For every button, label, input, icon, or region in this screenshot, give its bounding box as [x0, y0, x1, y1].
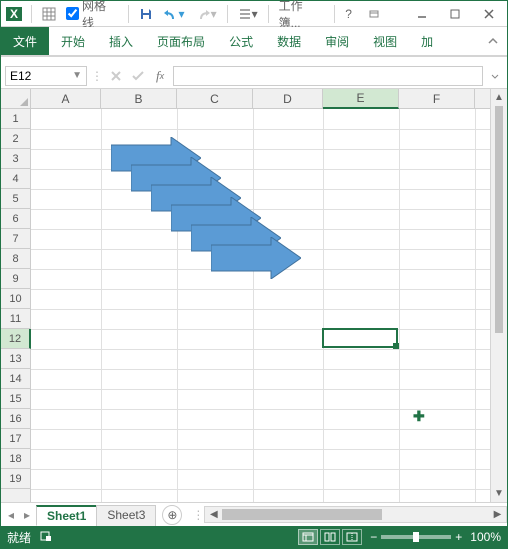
row-header-5[interactable]: 5	[1, 189, 30, 209]
row-header-16[interactable]: 16	[1, 409, 30, 429]
formula-expand-icon[interactable]	[487, 71, 503, 81]
col-header-C[interactable]: C	[177, 89, 253, 108]
formula-bar-row: E12 ▼ ⋮ fx	[1, 63, 507, 89]
scroll-right-icon[interactable]: ▶	[489, 509, 506, 520]
scroll-left-icon[interactable]: ◀	[205, 509, 222, 520]
col-header-E[interactable]: E	[323, 89, 399, 109]
row-header-15[interactable]: 15	[1, 389, 30, 409]
redo-icon[interactable]: ▾	[193, 4, 219, 24]
status-bar: 就绪 − + 100%	[1, 526, 507, 548]
gridlines-check[interactable]	[66, 7, 79, 20]
row-header-1[interactable]: 1	[1, 109, 30, 129]
row-header-19[interactable]: 19	[1, 469, 30, 489]
zoom-out-icon[interactable]: −	[370, 530, 377, 544]
tab-formulas[interactable]: 公式	[217, 27, 265, 55]
name-box-separator: ⋮	[91, 69, 103, 83]
fill-handle[interactable]	[393, 343, 399, 349]
undo-icon[interactable]: ▾	[161, 4, 187, 24]
scroll-up-icon[interactable]: ▲	[491, 89, 507, 106]
gridlines-label: 网格线	[82, 0, 118, 31]
workbook-dropdown[interactable]: 工作簿...	[277, 4, 327, 24]
list-icon[interactable]: ▾	[236, 4, 260, 24]
tab-layout[interactable]: 页面布局	[145, 27, 217, 55]
ribbon-collapse-icon[interactable]	[479, 27, 507, 55]
sheet-tab-sheet1[interactable]: Sheet1	[36, 505, 97, 526]
fx-icon[interactable]: fx	[151, 67, 169, 85]
arrow-shape[interactable]	[211, 237, 301, 282]
hscroll-split[interactable]: ⋮	[192, 508, 204, 522]
tab-view[interactable]: 视图	[361, 27, 409, 55]
row-header-8[interactable]: 8	[1, 249, 30, 269]
selection-rect	[322, 328, 398, 348]
vertical-scrollbar[interactable]: ▲ ▼	[490, 89, 507, 502]
scroll-down-icon[interactable]: ▼	[491, 485, 507, 502]
row-header-2[interactable]: 2	[1, 129, 30, 149]
view-page-layout-icon[interactable]	[320, 529, 340, 545]
col-header-B[interactable]: B	[101, 89, 177, 108]
row-header-3[interactable]: 3	[1, 149, 30, 169]
quick-access-toolbar: X 网格线 ▾ ▾ ▾ 工作簿... ?	[1, 1, 507, 27]
column-headers: ABCDEF	[1, 89, 507, 109]
sheet-tab-sheet3[interactable]: Sheet3	[96, 505, 156, 526]
row-header-13[interactable]: 13	[1, 349, 30, 369]
add-sheet-button[interactable]: ⊕	[162, 505, 182, 525]
excel-logo-icon: X	[5, 5, 23, 23]
chevron-down-icon[interactable]: ▼	[72, 70, 82, 81]
view-normal-icon[interactable]	[298, 529, 318, 545]
tab-review[interactable]: 审阅	[313, 27, 361, 55]
zoom-in-icon[interactable]: +	[455, 530, 462, 544]
tab-home[interactable]: 开始	[49, 27, 97, 55]
horizontal-scrollbar[interactable]: ◀ ▶	[204, 506, 507, 523]
view-page-break-icon[interactable]	[342, 529, 362, 545]
save-icon[interactable]	[137, 4, 155, 24]
formula-input[interactable]	[173, 66, 483, 86]
ribbon-min-icon[interactable]	[360, 4, 388, 24]
row-header-12[interactable]: 12	[1, 329, 31, 349]
plus-cursor-icon: ✚	[413, 409, 425, 423]
row-header-7[interactable]: 7	[1, 229, 30, 249]
col-header-D[interactable]: D	[253, 89, 323, 108]
tab-data[interactable]: 数据	[265, 27, 313, 55]
row-header-6[interactable]: 6	[1, 209, 30, 229]
col-header-A[interactable]: A	[31, 89, 101, 108]
close-button[interactable]	[475, 4, 503, 24]
sheet-tabs-row: ◂▸ Sheet1Sheet3 ⊕ ⋮ ◀ ▶	[1, 502, 507, 526]
row-header-10[interactable]: 10	[1, 289, 30, 309]
row-header-17[interactable]: 17	[1, 429, 30, 449]
vscroll-thumb[interactable]	[495, 106, 503, 333]
zoom-slider[interactable]: − +	[370, 530, 462, 544]
row-header-18[interactable]: 18	[1, 449, 30, 469]
tab-insert[interactable]: 插入	[97, 27, 145, 55]
help-icon[interactable]: ?	[343, 4, 354, 24]
accept-formula-icon[interactable]	[129, 67, 147, 85]
status-ready: 就绪	[7, 529, 31, 546]
svg-text:X: X	[10, 7, 18, 21]
sheet-nav[interactable]: ◂▸	[1, 508, 37, 522]
name-box-value: E12	[10, 69, 31, 83]
gridview-icon[interactable]	[40, 4, 58, 24]
name-box[interactable]: E12 ▼	[5, 66, 87, 86]
col-header-F[interactable]: F	[399, 89, 475, 108]
minimize-button[interactable]	[408, 4, 436, 24]
maximize-button[interactable]	[441, 4, 469, 24]
ribbon-tabs: 文件 开始 插入 页面布局 公式 数据 审阅 视图 加	[1, 27, 507, 57]
cells-area[interactable]: ✚	[31, 109, 507, 502]
gridlines-checkbox[interactable]: 网格线	[64, 4, 120, 24]
row-header-14[interactable]: 14	[1, 369, 30, 389]
select-all-corner[interactable]	[1, 89, 31, 108]
spreadsheet-grid: ABCDEF 12345678910111213141516171819 ✚ ▲…	[1, 89, 507, 502]
hscroll-thumb[interactable]	[222, 509, 382, 520]
row-header-11[interactable]: 11	[1, 309, 30, 329]
zoom-knob[interactable]	[413, 532, 419, 542]
zoom-level[interactable]: 100%	[470, 530, 501, 544]
row-header-4[interactable]: 4	[1, 169, 30, 189]
record-macro-icon[interactable]	[39, 529, 53, 546]
tab-file[interactable]: 文件	[1, 27, 49, 55]
row-header-9[interactable]: 9	[1, 269, 30, 289]
row-headers: 12345678910111213141516171819	[1, 109, 31, 502]
cancel-formula-icon[interactable]	[107, 67, 125, 85]
tab-add[interactable]: 加	[409, 27, 445, 55]
